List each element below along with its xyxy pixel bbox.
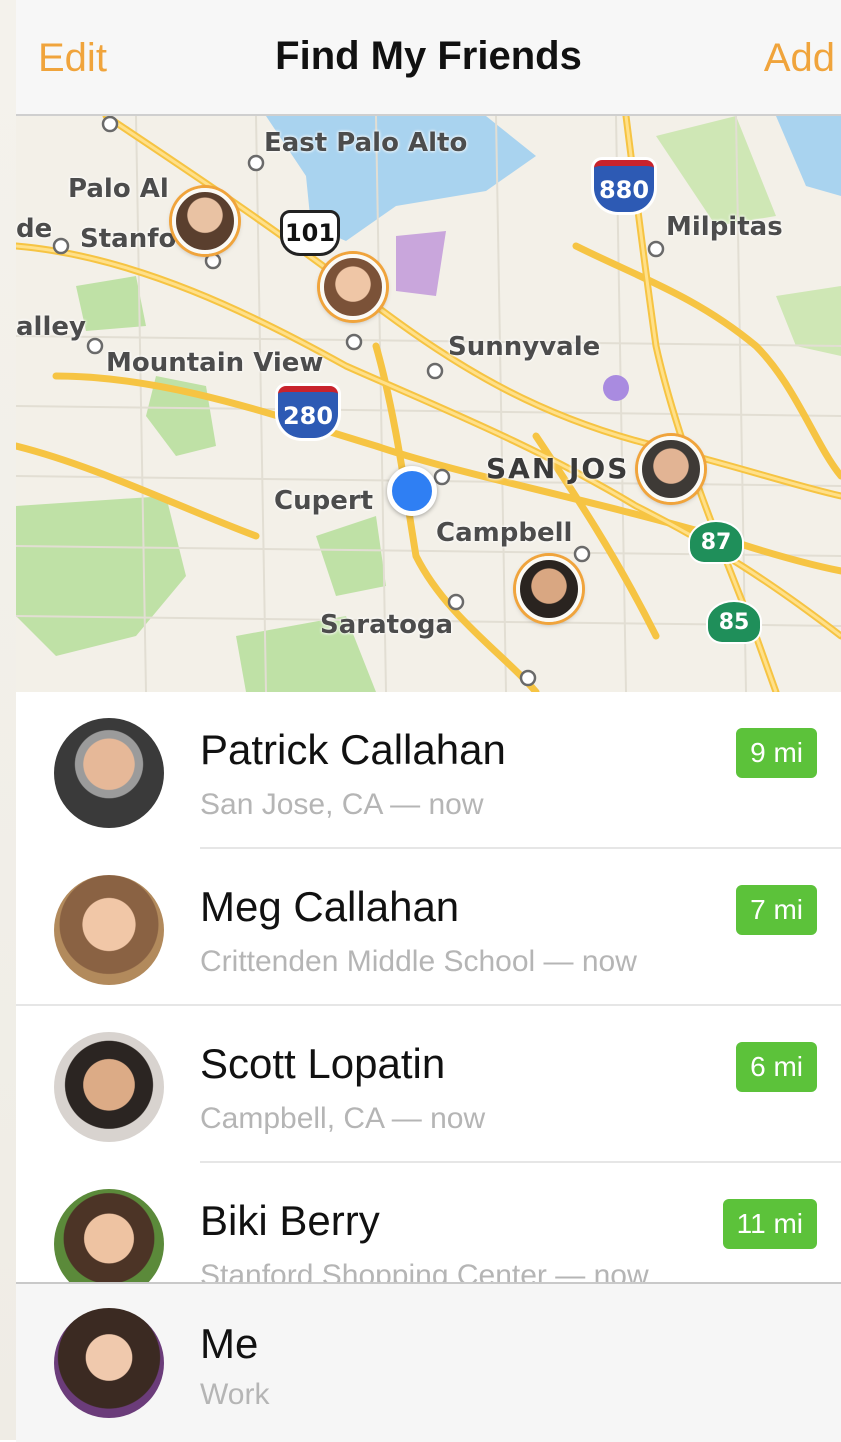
friend-location: San Jose, CA — now bbox=[200, 788, 484, 821]
avatar bbox=[54, 718, 164, 828]
friend-name: Patrick Callahan bbox=[200, 726, 506, 773]
interstate-280-shield: 280 bbox=[278, 386, 338, 438]
friend-location: Campbell, CA — now bbox=[200, 1102, 486, 1135]
map-label-cupertino: Cupert bbox=[274, 486, 374, 516]
left-edge-strip bbox=[0, 0, 17, 1440]
map-label-stanford: Stanfo bbox=[80, 224, 177, 254]
me-name: Me bbox=[200, 1320, 259, 1367]
map-label-campbell: Campbell bbox=[436, 518, 573, 548]
interstate-880-shield: 880 bbox=[594, 160, 654, 212]
avatar bbox=[54, 875, 164, 985]
avatar bbox=[54, 1189, 164, 1282]
my-location-dot[interactable] bbox=[387, 466, 437, 516]
page-title: Find My Friends bbox=[275, 34, 582, 78]
add-button[interactable]: Add bbox=[764, 36, 835, 81]
friend-map-pin-biki[interactable] bbox=[172, 188, 238, 254]
friend-name: Scott Lopatin bbox=[200, 1040, 446, 1087]
us-101-shield: 101 bbox=[280, 210, 340, 256]
friend-map-pin-patrick[interactable] bbox=[638, 436, 704, 502]
edit-button[interactable]: Edit bbox=[38, 36, 107, 81]
map-label-sunnyvale: Sunnyvale bbox=[448, 332, 601, 362]
navigation-bar: Find My Friends Edit Add bbox=[16, 0, 841, 116]
distance-badge: 11 mi bbox=[722, 1199, 817, 1249]
friend-location: Stanford Shopping Center — now bbox=[200, 1259, 649, 1282]
map-view[interactable]: East Palo Alto Palo Al de Stanfo Milpita… bbox=[16, 116, 841, 692]
map-label-mountain-view: Mountain View bbox=[106, 348, 324, 378]
friend-name: Biki Berry bbox=[200, 1197, 380, 1244]
map-label-valley: alley bbox=[16, 312, 86, 342]
my-avatar bbox=[54, 1308, 164, 1418]
friend-map-pin-scott[interactable] bbox=[516, 556, 582, 622]
state-route-87-shield: 87 bbox=[690, 522, 742, 562]
map-label-saratoga: Saratoga bbox=[320, 610, 454, 640]
friend-map-pin-meg[interactable] bbox=[320, 254, 386, 320]
avatar bbox=[54, 1032, 164, 1142]
distance-badge: 7 mi bbox=[736, 885, 817, 935]
friend-location: Crittenden Middle School — now bbox=[200, 945, 637, 978]
distance-badge: 9 mi bbox=[736, 728, 817, 778]
map-label-san-jose: SAN JOS bbox=[486, 452, 630, 485]
friend-name: Meg Callahan bbox=[200, 883, 460, 930]
distance-badge: 6 mi bbox=[736, 1042, 817, 1092]
friend-row[interactable]: Scott Lopatin Campbell, CA — now 6 mi bbox=[16, 1006, 841, 1163]
state-route-85-shield: 85 bbox=[708, 602, 760, 642]
friend-row[interactable]: Patrick Callahan San Jose, CA — now 9 mi bbox=[16, 692, 841, 849]
me-location: Work bbox=[200, 1378, 270, 1411]
friend-row[interactable]: Biki Berry Stanford Shopping Center — no… bbox=[16, 1163, 841, 1282]
friends-list: Patrick Callahan San Jose, CA — now 9 mi… bbox=[16, 692, 841, 1282]
map-label-east-palo-alto: East Palo Alto bbox=[264, 128, 468, 158]
map-label-palo-alto: Palo Al bbox=[68, 174, 169, 204]
friend-row[interactable]: Meg Callahan Crittenden Middle School — … bbox=[16, 849, 841, 1006]
me-row[interactable]: Me Work bbox=[16, 1282, 841, 1442]
map-label-de: de bbox=[16, 214, 53, 244]
map-label-milpitas: Milpitas bbox=[666, 212, 783, 242]
